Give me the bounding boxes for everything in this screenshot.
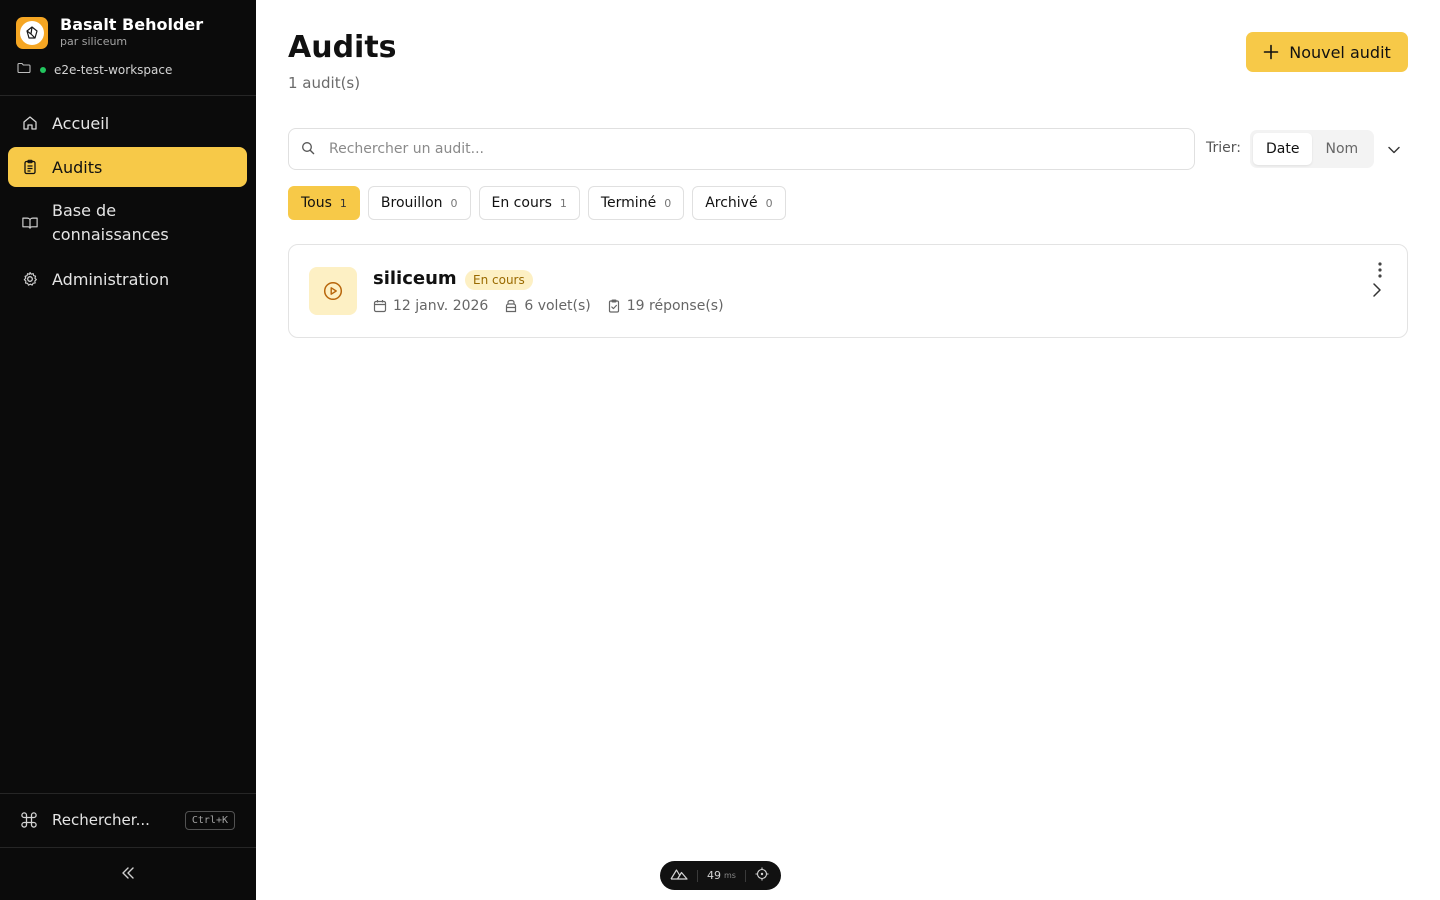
- search-bar: [288, 128, 1195, 170]
- main-content: Audits 1 audit(s) Nouvel audit Trier: Da…: [256, 0, 1440, 900]
- app-logo: [16, 16, 48, 49]
- sort-toggle: Date Nom: [1250, 130, 1375, 168]
- app-byline: par siliceum: [60, 35, 128, 48]
- workspace-name: e2e-test-workspace: [54, 62, 173, 77]
- folder-icon: [17, 62, 31, 77]
- sidebar-item-label: Audits: [52, 157, 103, 177]
- calendar-icon: [373, 300, 387, 313]
- more-vertical-icon: [1378, 262, 1382, 282]
- devtools-separator: [697, 869, 698, 882]
- audit-meta: 12 janv. 2026 6 volet(s) 19 réponse(s): [373, 298, 740, 314]
- gear-icon: [22, 271, 38, 287]
- filter-label: Tous: [301, 195, 332, 211]
- filter-archive[interactable]: Archivé 0: [692, 186, 786, 220]
- page-title: Audits: [288, 30, 397, 65]
- clipboard-check-icon: [608, 299, 619, 313]
- sidebar-divider: [0, 95, 256, 96]
- search-input[interactable]: [329, 141, 1149, 157]
- new-audit-button[interactable]: Nouvel audit: [1246, 32, 1408, 72]
- sidebar-item-audits[interactable]: Audits: [8, 147, 247, 187]
- audit-count: 1 audit(s): [288, 74, 361, 92]
- filter-label: Terminé: [600, 195, 657, 211]
- status-badge: En cours: [465, 270, 533, 290]
- filter-brouillon[interactable]: Brouillon 0: [367, 186, 471, 220]
- filter-termine[interactable]: Terminé 0: [587, 186, 685, 220]
- command-search-button[interactable]: Rechercher... Ctrl+K: [20, 808, 235, 832]
- search-icon: [301, 140, 315, 159]
- render-time-value: 49: [707, 869, 721, 882]
- sidebar-divider: [0, 793, 256, 794]
- workspace-status-dot: [40, 66, 46, 73]
- devtools-separator: [744, 869, 746, 882]
- chevron-down-icon: [1387, 140, 1401, 159]
- book-open-icon: [22, 215, 38, 231]
- sidebar-item-administration[interactable]: Administration: [8, 259, 247, 299]
- status-filters: Tous 1 Brouillon 0 En cours 1 Terminé 0 …: [288, 186, 794, 220]
- devtools-toolbar[interactable]: 49 ms: [660, 861, 781, 890]
- chevron-right-icon: [1372, 282, 1382, 302]
- filter-label: Brouillon: [380, 195, 443, 211]
- render-time-unit: ms: [724, 871, 736, 880]
- audit-volets: 6 volet(s): [504, 298, 591, 314]
- sort-option-name[interactable]: Nom: [1312, 133, 1371, 165]
- command-search-label: Rechercher...: [52, 811, 150, 829]
- clipboard-list-icon: [22, 159, 38, 175]
- new-audit-label: Nouvel audit: [1289, 42, 1391, 62]
- filter-count: 1: [339, 196, 347, 210]
- plus-icon: [1263, 44, 1279, 60]
- filter-tous[interactable]: Tous 1: [288, 186, 360, 220]
- crosshair-icon[interactable]: [755, 867, 769, 884]
- audit-actions-button[interactable]: [1371, 261, 1389, 283]
- open-audit-button[interactable]: [1367, 281, 1387, 303]
- chevrons-left-icon: [120, 865, 136, 884]
- logo-mark-icon: [20, 20, 44, 45]
- collapse-sidebar-button[interactable]: [112, 862, 144, 886]
- layers-icon: [506, 299, 517, 313]
- filter-count: 0: [765, 196, 773, 210]
- app-name: Basalt Beholder: [60, 15, 204, 34]
- sort-direction-button[interactable]: [1384, 140, 1404, 158]
- play-circle-icon: [309, 267, 357, 315]
- sidebar: Basalt Beholder par siliceum e2e-test-wo…: [0, 0, 256, 900]
- audit-name: siliceum: [373, 268, 457, 289]
- sort-option-date[interactable]: Date: [1253, 133, 1313, 165]
- nuxt-logo-icon[interactable]: [670, 868, 688, 883]
- sidebar-item-knowledge-base[interactable]: Base de connaissances: [8, 191, 247, 255]
- brand[interactable]: Basalt Beholder par siliceum: [16, 16, 203, 49]
- workspace-selector[interactable]: e2e-test-workspace: [17, 62, 172, 77]
- audit-date: 12 janv. 2026: [373, 298, 488, 314]
- audit-reponses: 19 réponse(s): [607, 298, 724, 314]
- sidebar-item-label: Administration: [52, 269, 170, 289]
- command-icon: [20, 811, 38, 829]
- filter-count: 0: [664, 196, 672, 210]
- filter-count: 0: [450, 196, 458, 210]
- keyboard-shortcut: Ctrl+K: [184, 810, 235, 830]
- audit-list-item[interactable]: siliceum En cours 12 janv. 2026 6 volet(…: [288, 244, 1408, 338]
- sidebar-divider: [0, 847, 256, 848]
- sidebar-item-label: Accueil: [52, 113, 110, 133]
- home-icon: [22, 115, 38, 131]
- filter-label: En cours: [491, 195, 552, 211]
- sort-label: Trier:: [1206, 140, 1241, 156]
- filter-count: 1: [559, 196, 567, 210]
- filter-en-cours[interactable]: En cours 1: [478, 186, 580, 220]
- sidebar-item-label: Base de connaissances: [52, 201, 169, 244]
- sidebar-nav: Accueil Audits Base de connaissances Adm…: [8, 103, 247, 303]
- sidebar-item-accueil[interactable]: Accueil: [8, 103, 247, 143]
- filter-label: Archivé: [705, 195, 758, 211]
